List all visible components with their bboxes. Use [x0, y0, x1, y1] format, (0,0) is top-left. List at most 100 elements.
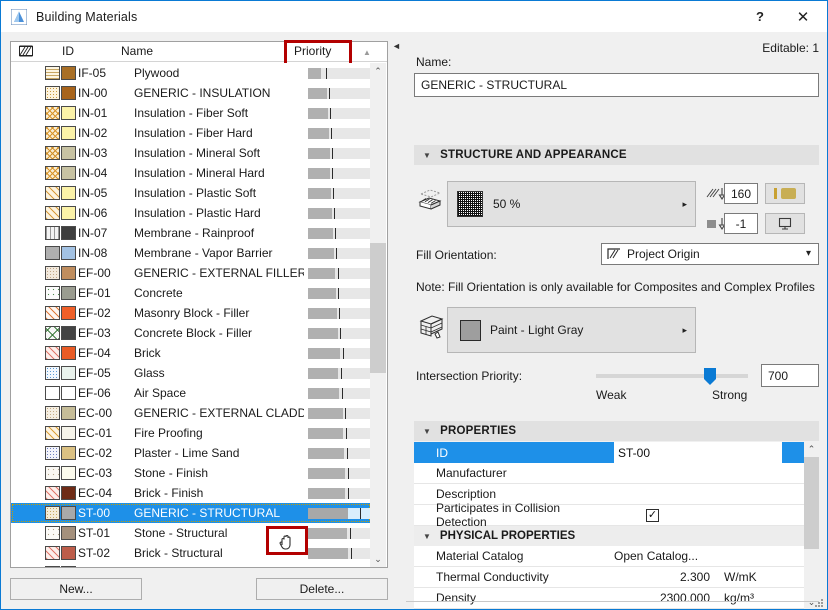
background-transparent-button[interactable]	[765, 213, 805, 234]
fill-pen-color-button[interactable]	[765, 183, 805, 204]
property-row[interactable]: Participates in Collision Detection ✓	[414, 501, 819, 529]
property-row[interactable]: Density 2300.000 kg/m³	[414, 588, 819, 609]
priority-bar[interactable]	[308, 167, 371, 179]
fill-expand-arrow-icon[interactable]: ▸	[682, 199, 687, 210]
properties-section-header[interactable]: ▼ PROPERTIES	[414, 421, 819, 441]
table-row[interactable]: EF-00 GENERIC - EXTERNAL FILLER	[11, 263, 371, 283]
name-input[interactable]: GENERIC - STRUCTURAL	[414, 73, 819, 97]
priority-bar[interactable]	[308, 347, 371, 359]
list-scrollbar[interactable]: ⌃ ⌄	[370, 63, 386, 567]
table-row[interactable]: EC-02 Plaster - Lime Sand	[11, 443, 371, 463]
column-header-id[interactable]: ID	[62, 44, 74, 58]
surface-selector[interactable]: Paint - Light Gray ▸	[447, 307, 696, 353]
priority-bar[interactable]	[308, 67, 371, 79]
background-pen-field[interactable]: -1	[724, 213, 758, 234]
priority-bar[interactable]	[308, 207, 371, 219]
priority-bar[interactable]	[308, 227, 371, 239]
scrollbar-thumb[interactable]	[370, 243, 386, 373]
table-row[interactable]: EF-06 Air Space	[11, 383, 371, 403]
table-row[interactable]: EC-00 GENERIC - EXTERNAL CLADDING	[11, 403, 371, 423]
column-header-priority[interactable]: Priority	[294, 44, 331, 58]
table-row[interactable]: IN-00 GENERIC - INSULATION	[11, 83, 371, 103]
priority-bar[interactable]	[308, 267, 371, 279]
property-value[interactable]: Open Catalog...	[614, 549, 724, 563]
priority-bar[interactable]	[308, 527, 371, 539]
fill-pen-field[interactable]: 160	[724, 183, 758, 204]
collapse-triangle-icon[interactable]: ▼	[423, 427, 431, 436]
table-row[interactable]: IN-04 Insulation - Mineral Hard	[11, 163, 371, 183]
table-row[interactable]: EF-02 Masonry Block - Filler	[11, 303, 371, 323]
panel-splitter[interactable]: ◄	[392, 41, 402, 601]
table-row[interactable]: IN-06 Insulation - Plastic Hard	[11, 203, 371, 223]
table-row[interactable]: IN-03 Insulation - Mineral Soft	[11, 143, 371, 163]
priority-bar[interactable]	[308, 547, 371, 559]
priority-bar[interactable]	[308, 287, 371, 299]
close-button[interactable]: ✕	[781, 1, 825, 32]
table-row[interactable]: EF-01 Concrete	[11, 283, 371, 303]
table-row[interactable]: IN-08 Membrane - Vapor Barrier	[11, 243, 371, 263]
priority-bar[interactable]	[308, 87, 371, 99]
intersection-priority-field[interactable]: 700	[761, 364, 819, 387]
priority-bar[interactable]	[308, 447, 371, 459]
materials-list[interactable]: IF-05 Plywood IN-00 GENERIC - INSULATION IN-…	[11, 63, 371, 567]
priority-bar[interactable]	[308, 147, 371, 159]
table-row[interactable]: IF-05 Plywood	[11, 63, 371, 83]
table-row[interactable]: IN-01 Insulation - Fiber Soft	[11, 103, 371, 123]
resize-grip[interactable]	[814, 597, 824, 607]
priority-bar[interactable]	[308, 107, 371, 119]
structure-section-header[interactable]: ▼ STRUCTURE AND APPEARANCE	[414, 145, 819, 165]
table-row[interactable]: IN-02 Insulation - Fiber Hard	[11, 123, 371, 143]
chevron-down-icon[interactable]: ▾	[806, 248, 811, 259]
surface-expand-arrow-icon[interactable]: ▸	[682, 325, 687, 336]
table-row[interactable]: EC-01 Fire Proofing	[11, 423, 371, 443]
table-row[interactable]: EF-05 Glass	[11, 363, 371, 383]
table-row[interactable]: IN-07 Membrane - Rainproof	[11, 223, 371, 243]
priority-bar[interactable]	[308, 307, 371, 319]
table-row[interactable]: EF-03 Concrete Block - Filler	[11, 323, 371, 343]
priority-bar[interactable]	[308, 467, 371, 479]
collapse-arrow-icon[interactable]: ◄	[392, 41, 401, 51]
table-row[interactable]: ST-02 Brick - Structural	[11, 543, 371, 563]
properties-scrollbar[interactable]: ⌃ ⌄	[804, 442, 819, 609]
intersection-priority-slider[interactable]	[596, 368, 748, 385]
properties-table[interactable]: ID ST-00 Manufacturer Description Participat…	[414, 442, 819, 609]
new-button[interactable]: New...	[10, 578, 142, 600]
fill-pattern-selector[interactable]: 50 % ▸	[447, 181, 696, 227]
priority-bar[interactable]	[308, 407, 371, 419]
table-row[interactable]: EF-04 Brick	[11, 343, 371, 363]
collapse-triangle-icon[interactable]: ▼	[423, 151, 431, 160]
priority-bar[interactable]	[308, 327, 371, 339]
table-row[interactable]: ST-03 Masonry Block - Structural	[11, 563, 371, 567]
delete-button[interactable]: Delete...	[256, 578, 388, 600]
table-row[interactable]: IN-05 Insulation - Plastic Soft	[11, 183, 371, 203]
scroll-down-icon[interactable]: ⌄	[370, 551, 386, 567]
priority-bar[interactable]	[308, 507, 371, 519]
column-header-name[interactable]: Name	[121, 44, 153, 58]
collapse-triangle-icon[interactable]: ▼	[423, 532, 431, 541]
table-row[interactable]: EC-03 Stone - Finish	[11, 463, 371, 483]
table-row[interactable]: ST-00 GENERIC - STRUCTURAL	[11, 503, 371, 523]
scroll-up-icon[interactable]: ⌃	[370, 63, 386, 79]
property-row[interactable]: Material Catalog Open Catalog...	[414, 546, 819, 567]
priority-bar[interactable]	[308, 187, 371, 199]
priority-bar[interactable]	[308, 247, 371, 259]
property-value[interactable]: ST-00	[614, 442, 782, 463]
property-value[interactable]: 2300.000	[614, 591, 724, 605]
table-row[interactable]: EC-04 Brick - Finish	[11, 483, 371, 503]
property-row[interactable]: ID ST-00	[414, 442, 819, 463]
properties-scrollbar-thumb[interactable]	[804, 457, 819, 549]
property-row[interactable]: Thermal Conductivity 2.300 W/mK	[414, 567, 819, 588]
priority-bar[interactable]	[308, 387, 371, 399]
priority-bar[interactable]	[308, 367, 371, 379]
property-value[interactable]: 2.300	[614, 570, 724, 584]
properties-scroll-up-icon[interactable]: ⌃	[804, 442, 819, 457]
help-button[interactable]: ?	[738, 1, 782, 32]
slider-thumb[interactable]	[704, 368, 716, 385]
physical-properties-group-header[interactable]: ▼ PHYSICAL PROPERTIES	[414, 526, 819, 546]
property-row[interactable]: Manufacturer	[414, 463, 819, 484]
table-row[interactable]: ST-01 Stone - Structural	[11, 523, 371, 543]
priority-bar[interactable]	[308, 127, 371, 139]
priority-bar[interactable]	[308, 427, 371, 439]
priority-bar[interactable]	[308, 487, 371, 499]
fill-orientation-select[interactable]: Project Origin ▾	[601, 243, 819, 265]
